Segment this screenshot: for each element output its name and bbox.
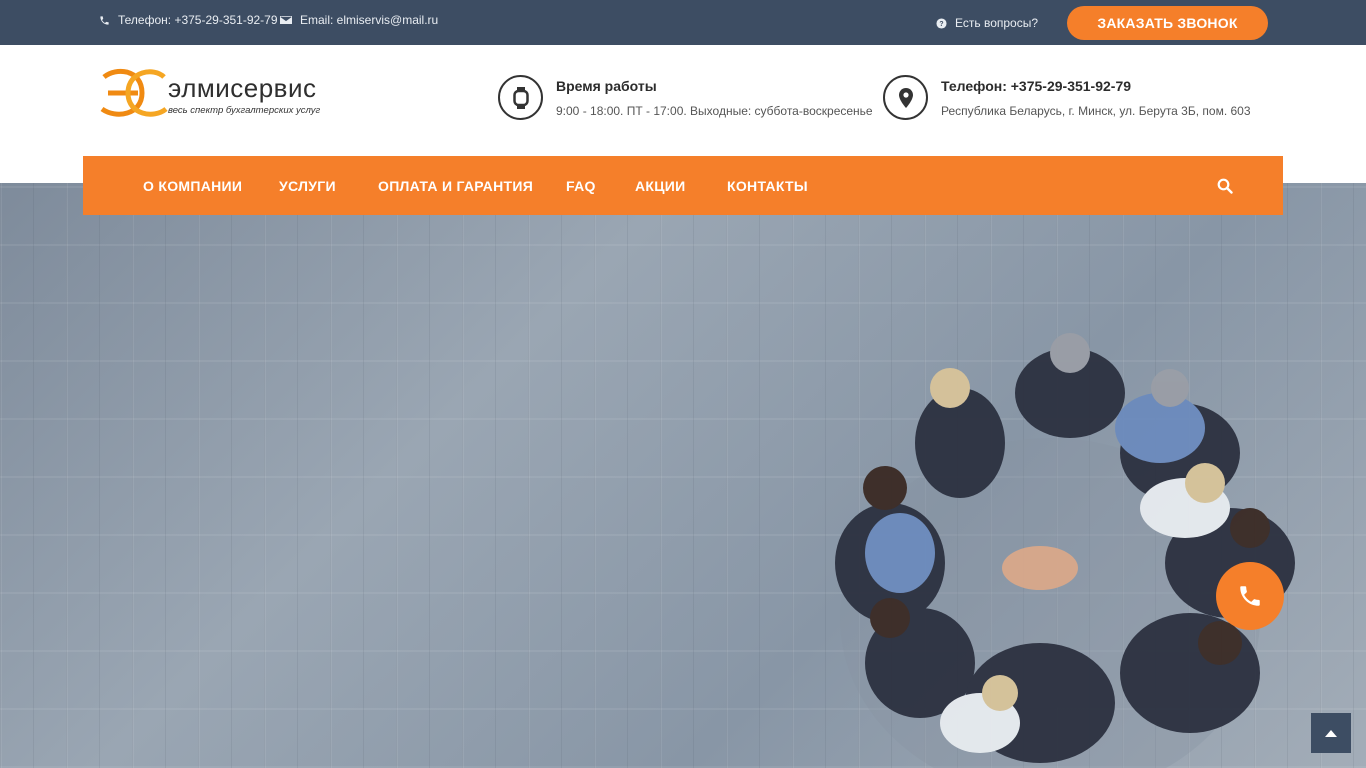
phone-icon [1237, 583, 1263, 609]
svg-text:?: ? [939, 20, 943, 27]
questions-text: Есть вопросы? [955, 16, 1039, 30]
logo-mark [100, 68, 168, 117]
nav-item-contacts[interactable]: КОНТАКТЫ [727, 178, 808, 194]
work-hours-block: Время работы 9:00 - 18:00. ПТ - 17:00. В… [498, 75, 873, 120]
topbar-questions[interactable]: ? Есть вопросы? [935, 16, 1038, 30]
phone-icon [98, 14, 110, 26]
envelope-icon [280, 14, 292, 26]
floating-call-button[interactable] [1216, 562, 1284, 630]
order-call-button[interactable]: ЗАКАЗАТЬ ЗВОНОК [1067, 6, 1268, 40]
top-bar: Телефон: +375-29-351-92-79 Email: elmise… [0, 0, 1366, 45]
nav-item-promotions[interactable]: АКЦИИ [635, 178, 686, 194]
main-nav: О КОМПАНИИ УСЛУГИ ОПЛАТА И ГАРАНТИЯ FAQ … [83, 156, 1283, 215]
watch-icon [498, 75, 543, 120]
map-marker-icon [883, 75, 928, 120]
question-circle-icon: ? [935, 17, 947, 29]
hero-banner [0, 183, 1366, 768]
topbar-phone-text: Телефон: +375-29-351-92-79 [118, 13, 278, 27]
logo-wordmark: элмисервис [168, 73, 317, 103]
search-icon[interactable] [1217, 178, 1233, 194]
logo-tagline: весь спектр бухгалтерских услуг [168, 105, 321, 116]
header-phone[interactable]: Телефон: +375-29-351-92-79 [941, 78, 1251, 94]
topbar-phone[interactable]: Телефон: +375-29-351-92-79 [98, 13, 278, 27]
logo[interactable]: элмисервис весь спектр бухгалтерских усл… [98, 67, 338, 123]
nav-item-payment[interactable]: ОПЛАТА И ГАРАНТИЯ [378, 178, 533, 194]
nav-item-about[interactable]: О КОМПАНИИ [143, 178, 242, 194]
arrow-up-icon [1325, 729, 1337, 737]
address-text: Республика Беларусь, г. Минск, ул. Берут… [941, 104, 1251, 118]
nav-item-services[interactable]: УСЛУГИ [279, 178, 336, 194]
topbar-email-text: Email: elmiservis@mail.ru [300, 13, 439, 27]
work-hours-title: Время работы [556, 78, 657, 94]
team-hands-image [835, 333, 1295, 768]
work-hours-text: 9:00 - 18:00. ПТ - 17:00. Выходные: субб… [556, 104, 873, 118]
scroll-to-top-button[interactable] [1311, 713, 1351, 753]
topbar-email[interactable]: Email: elmiservis@mail.ru [280, 13, 438, 27]
address-block: Телефон: +375-29-351-92-79 Республика Бе… [883, 75, 1251, 120]
nav-item-faq[interactable]: FAQ [566, 178, 596, 194]
